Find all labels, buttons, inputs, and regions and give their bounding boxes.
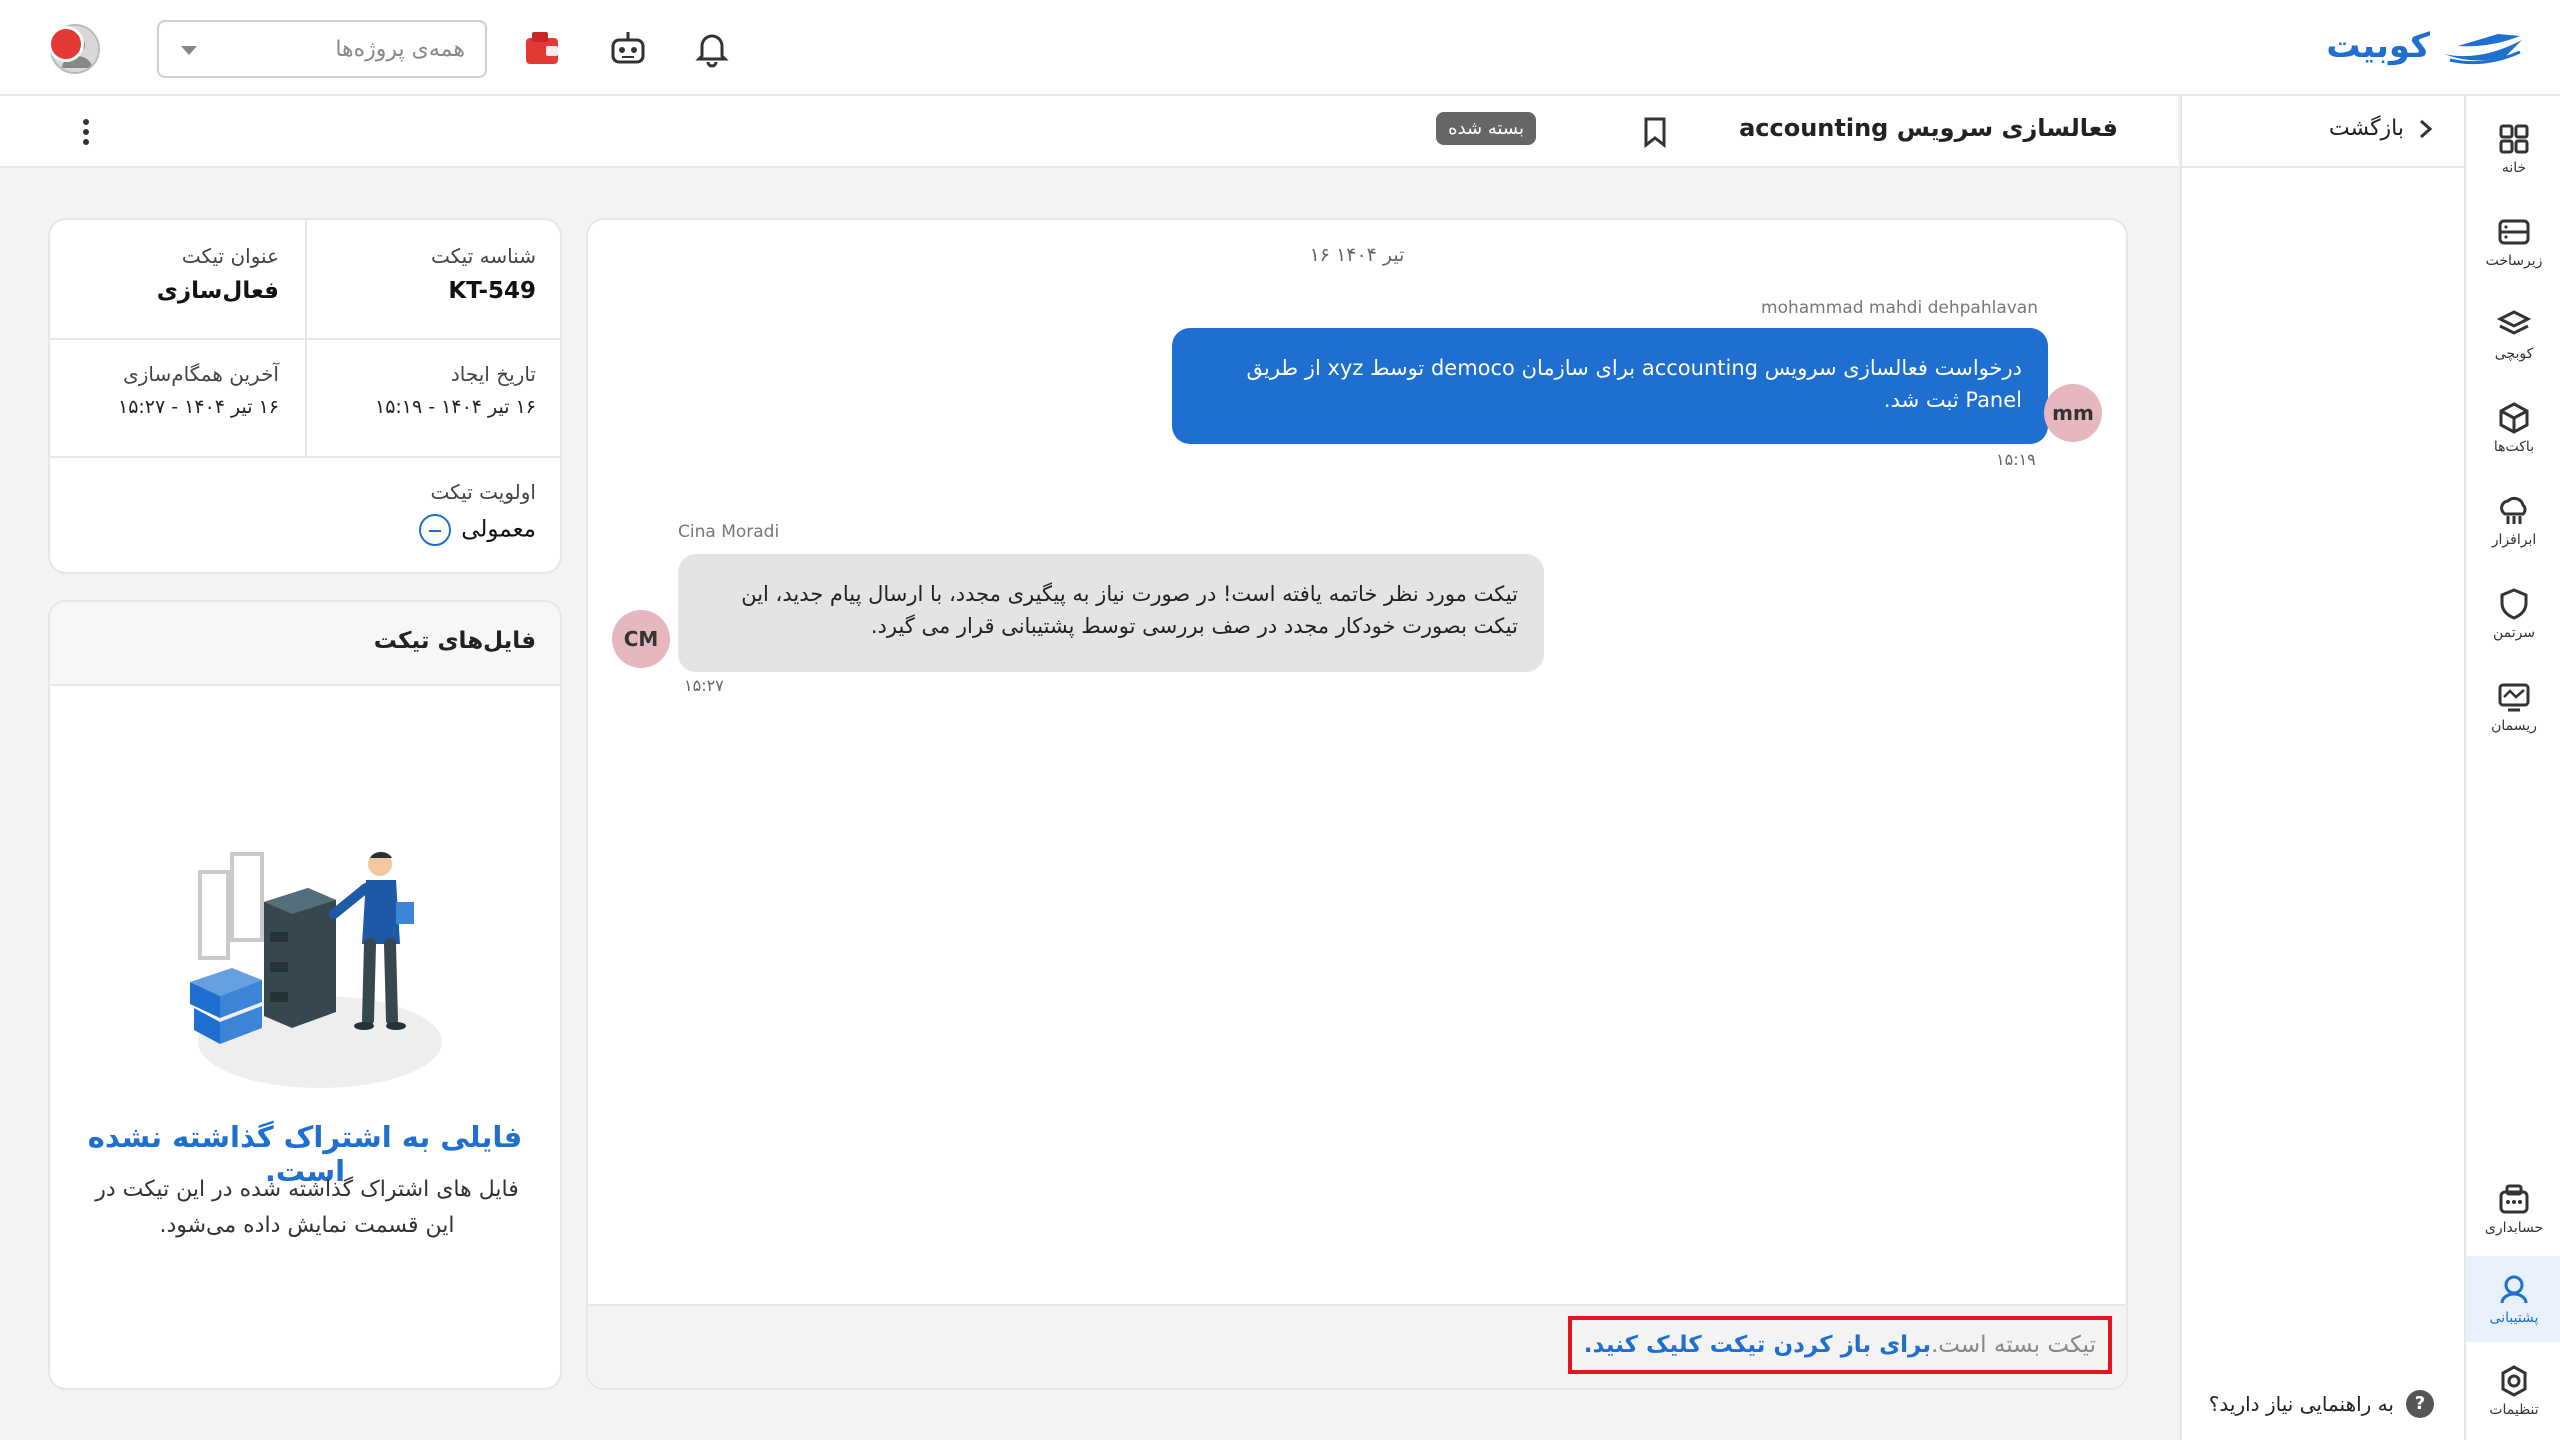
priority-value: معمولی bbox=[461, 516, 536, 543]
reopen-ticket-link[interactable]: برای باز کردن تیکت کلیک کنید. bbox=[1584, 1332, 1931, 1358]
support-icon bbox=[2500, 1275, 2528, 1304]
secondary-panel: بازگشت ? به راهنمایی نیاز دارید؟ bbox=[2180, 96, 2464, 1440]
files-title: فایل‌های تیکت bbox=[373, 628, 536, 654]
wallet-icon[interactable] bbox=[522, 28, 562, 68]
empty-state-description: فایل های اشتراک گذاشته شده در این تیکت د… bbox=[95, 1177, 519, 1238]
shield-icon bbox=[2500, 588, 2528, 620]
help-label: به راهنمایی نیاز دارید؟ bbox=[2208, 1392, 2394, 1416]
sidebar-item-sartaman[interactable]: سرتمن bbox=[2466, 571, 2560, 657]
cloud-icon bbox=[2500, 496, 2527, 524]
ticket-info-card: شناسه تیکت KT-549 عنوان تیکت فعال‌سازی ت… bbox=[48, 218, 562, 574]
divider bbox=[305, 220, 307, 456]
logo-text: کوبیت bbox=[2326, 26, 2430, 66]
priority-normal-icon bbox=[419, 514, 452, 546]
bell-icon[interactable] bbox=[692, 28, 732, 68]
message-bubble: تیکت مورد نظر خاتمه یافته است! در صورت ن… bbox=[678, 554, 1544, 672]
sidebar-item-cloudware[interactable]: ابرافزار bbox=[2466, 478, 2560, 564]
ticket-closed-notice[interactable]: تیکت بسته است.برای باز کردن تیکت کلیک کن… bbox=[1567, 1316, 2112, 1374]
chevron-down-icon bbox=[181, 46, 197, 55]
grid-icon bbox=[2499, 124, 2529, 154]
sidebar-item-label: کوبچی bbox=[2494, 346, 2534, 362]
sidebar-item-buckets[interactable]: باکت‌ها bbox=[2466, 385, 2560, 471]
date-separator: ۱۶ تیر ۱۴۰۴ bbox=[1309, 244, 1405, 266]
avatar: CM bbox=[612, 610, 670, 668]
chat-panel: ۱۶ تیر ۱۴۰۴ mohammad mahdi dehpahlavan د… bbox=[586, 218, 2128, 1390]
message-time: ۱۵:۱۹ bbox=[1996, 450, 2036, 469]
ticket-subject-label: عنوان تیکت bbox=[181, 244, 279, 268]
priority-value-row: معمولی bbox=[419, 514, 536, 546]
ticket-id-value: KT-549 bbox=[448, 278, 536, 304]
box-icon bbox=[2499, 402, 2529, 434]
sidebar-item-label: ابرافزار bbox=[2491, 532, 2537, 548]
ticket-id-label: شناسه تیکت bbox=[430, 244, 536, 268]
avatar: mm bbox=[2044, 384, 2102, 442]
sidebar-item-label: تنظیمات bbox=[2489, 1402, 2539, 1418]
ticket-subject-cell: عنوان تیکت فعال‌سازی bbox=[50, 220, 303, 338]
message-sender: Cina Moradi bbox=[678, 522, 780, 542]
divider bbox=[50, 456, 560, 458]
project-select[interactable]: همه‌ی پروژه‌ها bbox=[157, 20, 487, 78]
last-sync-label: آخرین همگام‌سازی bbox=[123, 362, 279, 386]
priority-label: اولویت تیکت bbox=[430, 480, 537, 504]
sidebar-item-label: سرتمن bbox=[2492, 625, 2536, 641]
layers-icon bbox=[2497, 310, 2531, 335]
message-bubble: درخواست فعالسازی سرویس accounting برای س… bbox=[1172, 328, 2048, 444]
sidebar-item-risman[interactable]: ریسمان bbox=[2466, 664, 2560, 750]
logo-icon bbox=[2444, 34, 2522, 65]
last-sync-cell: آخرین همگام‌سازی ۱۶ تیر ۱۴۰۴ - ۱۵:۲۷ bbox=[50, 338, 303, 456]
sidebar-item-infrastructure[interactable]: زیرساخت bbox=[2466, 199, 2560, 285]
server-icon bbox=[2498, 219, 2530, 245]
robot-icon[interactable] bbox=[608, 28, 648, 68]
priority-cell: اولویت تیکت معمولی bbox=[303, 456, 560, 572]
sidebar-item-label: زیرساخت bbox=[2485, 253, 2543, 269]
files-header: فایل‌های تیکت bbox=[50, 602, 560, 686]
chevron-right-icon bbox=[2420, 119, 2433, 138]
top-header: کوبیت همه‌ی پروژه‌ها bbox=[0, 0, 2560, 96]
back-label: بازگشت bbox=[2328, 116, 2404, 141]
back-button[interactable]: بازگشت bbox=[2329, 116, 2434, 141]
created-date-label: تاریخ ایجاد bbox=[450, 362, 536, 386]
created-date-value: ۱۶ تیر ۱۴۰۴ - ۱۵:۱۹ bbox=[374, 396, 536, 418]
created-date-cell: تاریخ ایجاد ۱۶ تیر ۱۴۰۴ - ۱۵:۱۹ bbox=[303, 338, 560, 456]
sidebar-item-label: باکت‌ها bbox=[2493, 439, 2535, 455]
sidebar-item-accounting[interactable]: حسابداری bbox=[2466, 1166, 2560, 1252]
monitor-icon bbox=[2498, 683, 2530, 712]
message-time: ۱۵:۲۷ bbox=[684, 676, 724, 695]
sidebar-item-kubchi[interactable]: کوبچی bbox=[2466, 292, 2560, 378]
last-sync-value: ۱۶ تیر ۱۴۰۴ - ۱۵:۲۷ bbox=[117, 396, 279, 418]
help-link[interactable]: ? به راهنمایی نیاز دارید؟ bbox=[2209, 1390, 2434, 1418]
logo[interactable]: کوبیت bbox=[2326, 26, 2526, 66]
closed-text: تیکت بسته است. bbox=[1931, 1332, 2096, 1358]
ticket-files-card: فایل‌های تیکت فایلی به اشتراک گذاشته نشد… bbox=[48, 600, 562, 1390]
more-options-icon[interactable] bbox=[78, 116, 94, 148]
flag-badge-icon bbox=[48, 26, 84, 62]
page-title: فعالسازی سرویس accounting bbox=[1739, 114, 2118, 142]
gear-icon bbox=[2501, 1365, 2527, 1397]
status-badge: بسته شده bbox=[1436, 112, 1536, 145]
sidebar-item-label: پشتیبانی bbox=[2489, 1310, 2539, 1326]
calculator-icon bbox=[2499, 1184, 2529, 1214]
ticket-subject-value: فعال‌سازی bbox=[156, 278, 279, 304]
message-sender: mohammad mahdi dehpahlavan bbox=[1761, 298, 2038, 318]
sidebar-item-label: حسابداری bbox=[2484, 1220, 2544, 1236]
sidebar-item-label: خانه bbox=[2501, 160, 2527, 176]
empty-files-illustration bbox=[190, 851, 442, 1088]
sidebar-item-support[interactable]: پشتیبانی bbox=[2466, 1256, 2560, 1342]
ticket-title-bar: فعالسازی سرویس accounting بسته شده bbox=[0, 96, 2178, 168]
sidebar-item-settings[interactable]: تنظیمات bbox=[2466, 1348, 2560, 1434]
back-row: بازگشت bbox=[2180, 96, 2464, 168]
sidebar: خانه زیرساخت کوبچی باکت‌ها ابرافزار سرتم… bbox=[2464, 96, 2560, 1440]
ticket-id-cell: شناسه تیکت KT-549 bbox=[303, 220, 560, 338]
project-select-placeholder: همه‌ی پروژه‌ها bbox=[335, 37, 465, 62]
sidebar-item-label: ریسمان bbox=[2491, 718, 2537, 734]
help-icon: ? bbox=[2406, 1390, 2434, 1418]
bookmark-icon[interactable] bbox=[1642, 116, 1668, 148]
sidebar-item-home[interactable]: خانه bbox=[2466, 106, 2560, 192]
chat-footer: تیکت بسته است.برای باز کردن تیکت کلیک کن… bbox=[588, 1304, 2126, 1388]
